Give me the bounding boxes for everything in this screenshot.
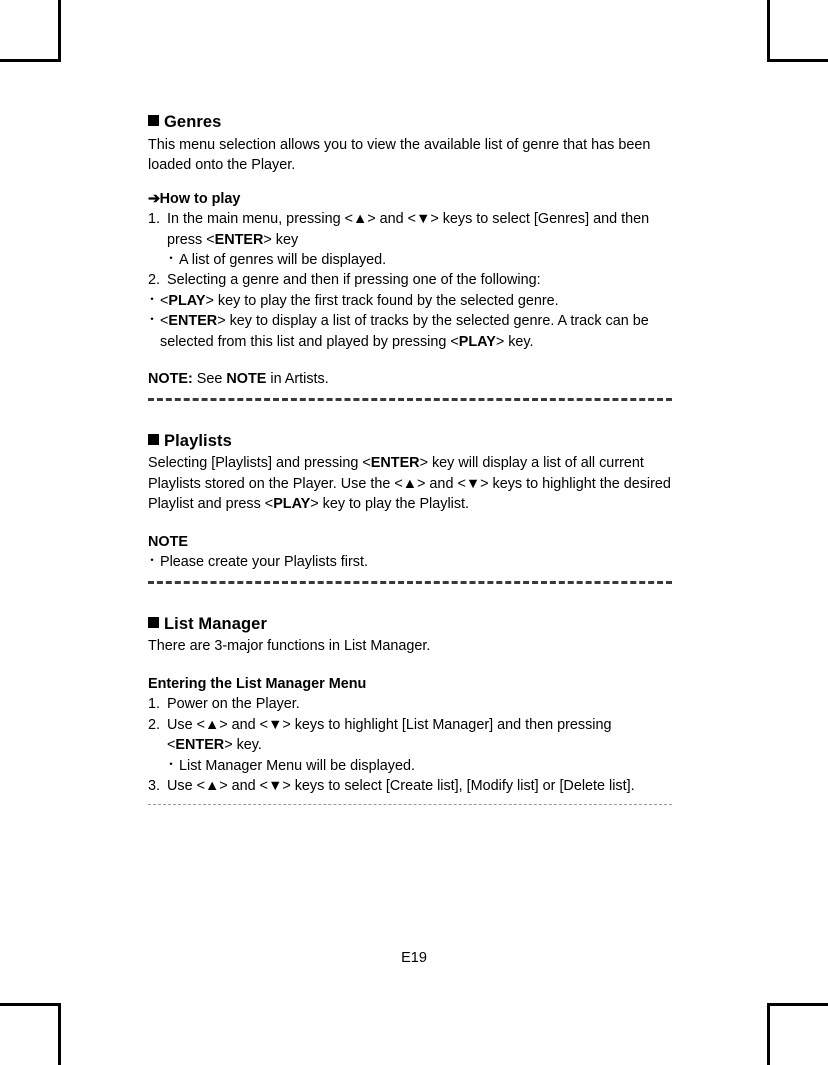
list-item: A list of genres will be displayed.	[165, 250, 680, 270]
crop-mark-vertical-bar	[767, 0, 770, 62]
list-item: <ENTER> key to display a list of tracks …	[146, 311, 680, 352]
how-to-play-subheading: ➔How to play	[148, 189, 680, 210]
step-text: Power on the Player.	[167, 696, 300, 713]
crop-mark-horizontal-bar	[767, 59, 828, 62]
section-divider-dashed	[148, 804, 672, 806]
playlists-intro-paragraph: Selecting [Playlists] and pressing <ENTE…	[148, 453, 680, 514]
black-square-bullet-icon	[148, 433, 159, 445]
how-to-play-label: How to play	[159, 190, 241, 207]
bullet-text: <PLAY> key to play the first track found…	[160, 292, 559, 309]
crop-mark-horizontal-bar	[0, 59, 61, 62]
section-heading-text: List Manager	[164, 614, 267, 633]
list-item: 2. Use <▲> and <▼> keys to highlight [Li…	[148, 715, 680, 776]
list-manager-step-list: 1. Power on the Player. 2. Use <▲> and <…	[148, 694, 680, 796]
step-sub-bullets: A list of genres will be displayed.	[165, 250, 680, 270]
list-item: List Manager Menu will be displayed.	[165, 756, 680, 776]
crop-mark-horizontal-bar	[767, 1003, 828, 1006]
crop-mark-vertical-bar	[767, 1003, 770, 1065]
entering-list-manager-subheading: Entering the List Manager Menu	[148, 675, 367, 692]
list-item: Please create your Playlists first.	[146, 552, 680, 572]
list-item: 1. In the main menu, pressing <▲> and <▼…	[148, 209, 680, 270]
crop-mark-horizontal-bar	[0, 1003, 61, 1006]
arrow-right-icon: ➔	[148, 190, 160, 207]
section-heading-text: Playlists	[164, 431, 232, 450]
genres-option-bullets: <PLAY> key to play the first track found…	[146, 291, 680, 352]
step-number: 3.	[148, 777, 161, 794]
step-text: Selecting a genre and then if pressing o…	[167, 272, 541, 289]
paragraph-text: Selecting [Playlists] and pressing <ENTE…	[148, 455, 671, 513]
section-playlists: Playlists Selecting [Playlists] and pres…	[146, 431, 680, 584]
playlists-note-heading: NOTE	[148, 533, 188, 550]
list-item: <PLAY> key to play the first track found…	[146, 291, 680, 311]
step-number: 1.	[148, 211, 161, 228]
section-heading-playlists: Playlists	[148, 431, 680, 452]
playlists-note-bullets: Please create your Playlists first.	[146, 552, 680, 572]
manual-page-content: Genres This menu selection allows you to…	[146, 112, 680, 806]
crop-mark-top-right	[767, 0, 828, 62]
bullet-text: <ENTER> key to display a list of tracks …	[160, 313, 649, 350]
crop-mark-vertical-bar	[58, 1003, 61, 1065]
black-square-bullet-icon	[148, 616, 159, 628]
step-sub-bullets: List Manager Menu will be displayed.	[165, 756, 680, 776]
step-text: Use <▲> and <▼> keys to select [Create l…	[167, 777, 635, 794]
crop-mark-vertical-bar	[58, 0, 61, 62]
genres-note-line: NOTE: See NOTE in Artists.	[148, 369, 680, 389]
list-item: 3. Use <▲> and <▼> keys to select [Creat…	[148, 776, 680, 796]
list-item: 1. Power on the Player.	[148, 694, 680, 714]
page-number: E19	[401, 950, 427, 966]
crop-mark-bottom-left	[0, 1003, 61, 1065]
genres-intro-paragraph: This menu selection allows you to view t…	[148, 136, 651, 174]
step-number: 2.	[148, 272, 161, 289]
section-list-manager: List Manager There are 3-major functions…	[148, 614, 680, 806]
step-number: 1.	[148, 696, 161, 713]
step-number: 2.	[148, 716, 161, 733]
step-text: In the main menu, pressing <▲> and <▼> k…	[167, 211, 650, 248]
section-heading-genres: Genres	[148, 112, 680, 133]
section-genres: Genres This menu selection allows you to…	[146, 112, 680, 401]
step-text: Use <▲> and <▼> keys to highlight [List …	[167, 716, 612, 754]
note-text: NOTE: See NOTE in Artists.	[148, 371, 329, 388]
list-item: 2. Selecting a genre and then if pressin…	[148, 270, 680, 290]
black-square-bullet-icon	[148, 115, 159, 126]
section-heading-list-manager: List Manager	[148, 614, 680, 635]
genres-step-list: 1. In the main menu, pressing <▲> and <▼…	[148, 209, 680, 291]
list-manager-intro-paragraph: There are 3-major functions in List Mana…	[148, 638, 431, 655]
crop-mark-bottom-right	[767, 1003, 828, 1065]
section-heading-text: Genres	[164, 113, 222, 131]
crop-mark-top-left	[0, 0, 61, 62]
